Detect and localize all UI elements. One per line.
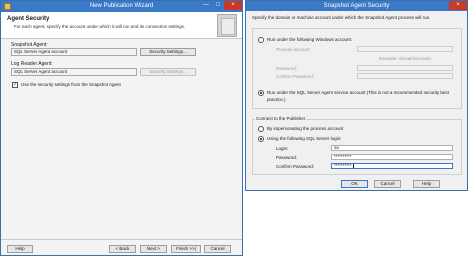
login-input[interactable]: sa (331, 145, 453, 151)
sql-confirm-password-label: Confirm Password: (276, 164, 315, 169)
dialog-titlebar[interactable]: Snapshot Agent Security × (246, 1, 467, 11)
impersonate-radio[interactable] (258, 126, 264, 132)
connect-publisher-group-label: Connect to the Publisher (255, 116, 307, 121)
page-description: For each agent, specify the account unde… (14, 24, 186, 29)
back-button[interactable]: < Back (109, 245, 136, 253)
dialog-description: Specify the domain or machine account un… (252, 15, 431, 20)
minimize-icon[interactable]: — (200, 1, 212, 10)
run-under-windows-label: Run under the following Windows account: (267, 37, 353, 42)
sql-confirm-password-input[interactable]: ********** (331, 163, 453, 169)
maximize-icon[interactable]: □ (212, 1, 224, 10)
new-publication-wizard-window: New Publication Wizard — □ × Agent Secur… (0, 0, 243, 256)
example-account-hint: Example: domain\account (379, 56, 431, 61)
windows-password-input[interactable] (357, 65, 453, 71)
process-account-label: Process account: (276, 47, 311, 52)
log-reader-agent-label: Log Reader Agent: (11, 61, 53, 67)
page-title: Agent Security (7, 16, 50, 22)
windows-confirm-password-label: Confirm Password: (276, 74, 315, 79)
help-button[interactable]: Help (7, 245, 33, 253)
cancel-button[interactable]: Cancel (204, 245, 231, 253)
process-account-input[interactable] (357, 46, 453, 52)
check-icon: ✓ (13, 82, 18, 88)
use-snapshot-settings-label: Use the security settings from the Snaps… (21, 82, 121, 87)
wizard-page-header: Agent Security For each agent, specify t… (1, 12, 242, 39)
ok-button[interactable]: OK (341, 180, 368, 188)
log-reader-agent-account-field: SQL Server Agent account (11, 68, 137, 76)
dialog-title: Snapshot Agent Security (323, 3, 390, 9)
snapshot-agent-security-dialog: Snapshot Agent Security × Specify the do… (245, 0, 468, 191)
next-button[interactable]: Next > (140, 245, 167, 253)
use-snapshot-settings-checkbox[interactable]: ✓ (12, 82, 18, 88)
dialog-cancel-button[interactable]: Cancel (374, 180, 401, 188)
close-icon[interactable]: × (224, 1, 242, 10)
wizard-footer-divider (1, 239, 242, 240)
run-under-agent-label-cont: practice.) (267, 97, 286, 102)
windows-confirm-password-input[interactable] (357, 73, 453, 79)
finish-button[interactable]: Finish >>| (171, 245, 201, 253)
wizard-banner-icon (217, 14, 237, 37)
snapshot-agent-account-field: SQL Server Agent account (11, 48, 137, 56)
run-under-agent-radio[interactable] (258, 90, 264, 96)
sql-password-input[interactable]: ********** (331, 154, 453, 160)
sql-login-label: Using the following SQL Server login: (267, 136, 342, 141)
impersonate-label: By impersonating the process account (267, 126, 344, 131)
sql-login-radio[interactable] (258, 136, 264, 142)
run-under-agent-label: Run under the SQL Server Agent service a… (267, 90, 449, 95)
run-under-windows-radio[interactable] (258, 37, 264, 43)
windows-password-label: Password: (276, 66, 298, 71)
close-icon[interactable]: × (449, 1, 467, 10)
snapshot-security-settings-button[interactable]: Security Settings... (140, 48, 196, 56)
dialog-help-button[interactable]: Help (413, 180, 440, 188)
log-reader-security-settings-button[interactable]: Security Settings... (140, 68, 196, 76)
wizard-titlebar[interactable]: New Publication Wizard — □ × (1, 1, 242, 12)
login-label: Login: (276, 146, 289, 151)
sql-password-label: Password: (276, 155, 298, 160)
